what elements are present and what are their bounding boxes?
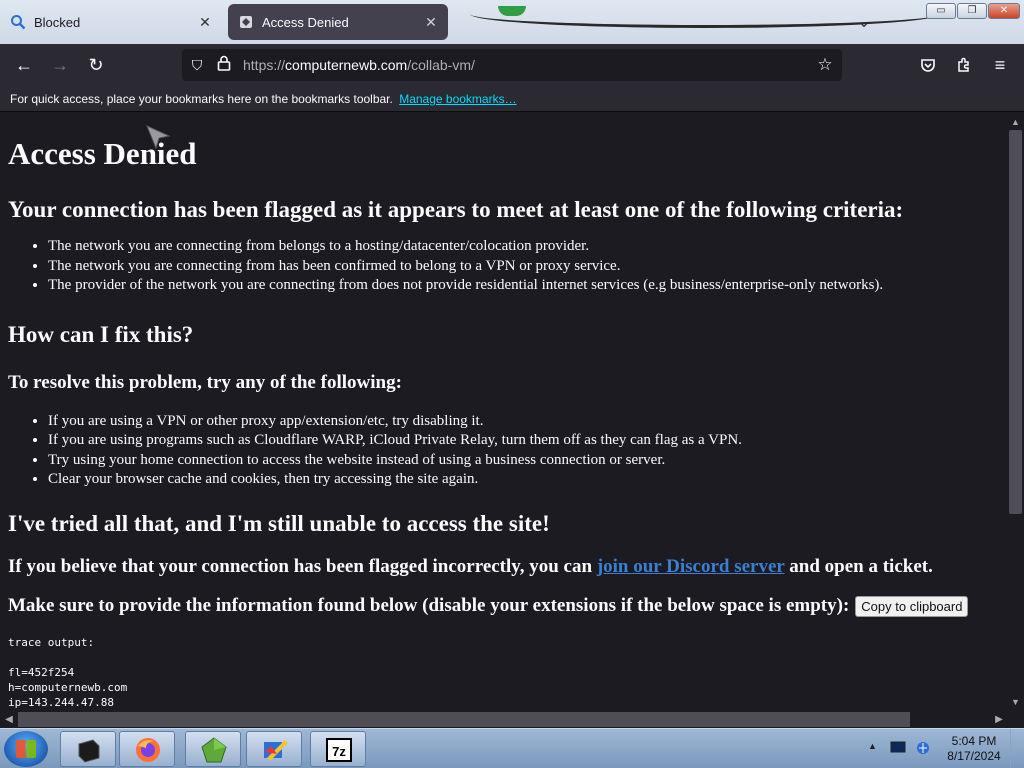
- copy-to-clipboard-button[interactable]: Copy to clipboard: [855, 595, 969, 617]
- shield-icon[interactable]: ⛉: [187, 55, 207, 75]
- discord-link[interactable]: join our Discord server: [597, 556, 785, 577]
- display-tray-icon[interactable]: [890, 741, 906, 755]
- taskbar-app-image-editor[interactable]: [246, 731, 302, 767]
- mouse-pointer-icon: [145, 124, 171, 155]
- tab-label: Access Denied: [262, 14, 349, 30]
- clock-date: 8/17/2024: [947, 749, 1001, 763]
- bookmarks-toolbar: For quick access, place your bookmarks h…: [0, 86, 1024, 112]
- show-desktop-button[interactable]: [1010, 729, 1024, 768]
- show-hidden-icons-arrow-icon[interactable]: ▲: [868, 741, 877, 751]
- scroll-down-arrow-icon[interactable]: ▼: [1009, 695, 1022, 709]
- url-bar[interactable]: ⛉ https://computernewb.com/collab-vm/ ☆: [182, 49, 842, 81]
- scroll-left-arrow-icon[interactable]: ◀: [2, 712, 16, 727]
- system-clock[interactable]: 5:04 PM 8/17/2024: [944, 734, 1004, 764]
- info-paragraph: Make sure to provide the information fou…: [8, 595, 999, 617]
- navigation-toolbar: ← → ↻ ⛉ https://computernewb.com/collab-…: [0, 44, 1024, 86]
- list-item: The network you are connecting from has …: [48, 257, 999, 277]
- network-tray-icon[interactable]: [915, 741, 931, 755]
- terminal-icon: [78, 739, 100, 763]
- bookmarks-message: For quick access, place your bookmarks h…: [10, 92, 393, 106]
- close-tab-icon[interactable]: ✕: [422, 13, 440, 31]
- list-item: Try using your home connection to access…: [48, 451, 999, 471]
- list-item: Clear your browser cache and cookies, th…: [48, 470, 999, 490]
- tab-bar: Blocked ✕ Access Denied ✕ ⌄ ▭ ❐ ✕: [0, 0, 1024, 44]
- windows-logo-icon: [16, 740, 36, 758]
- tab-blocked[interactable]: Blocked ✕: [0, 4, 222, 40]
- minimize-button[interactable]: ▭: [926, 3, 956, 19]
- discord-paragraph: If you believe that your connection has …: [8, 556, 999, 578]
- taskbar: 7z ▲ 5:04 PM 8/17/2024: [0, 728, 1024, 768]
- horizontal-scroll-thumb[interactable]: [18, 712, 910, 727]
- criteria-list: The network you are connecting from belo…: [48, 237, 999, 296]
- tab-access-denied[interactable]: Access Denied ✕: [228, 4, 448, 40]
- tab-label: Blocked: [34, 14, 81, 30]
- scroll-up-arrow-icon[interactable]: ▲: [1009, 115, 1022, 129]
- taskbar-app-terminal[interactable]: [60, 731, 116, 767]
- close-tab-icon[interactable]: ✕: [196, 13, 214, 31]
- still-unable-heading: I've tried all that, and I'm still unabl…: [8, 510, 550, 536]
- scroll-right-arrow-icon[interactable]: ▶: [992, 712, 1006, 727]
- list-item: The network you are connecting from belo…: [48, 237, 999, 257]
- clock-time: 5:04 PM: [951, 734, 997, 748]
- reload-icon[interactable]: ↻: [83, 52, 109, 78]
- info-text: Make sure to provide the information fou…: [8, 594, 850, 616]
- manage-bookmarks-link[interactable]: Manage bookmarks…: [399, 92, 516, 106]
- svg-text:7z: 7z: [332, 744, 346, 759]
- extensions-puzzle-icon[interactable]: [951, 52, 977, 78]
- list-all-tabs-chevron-down-icon[interactable]: ⌄: [852, 10, 876, 34]
- fix-heading: How can I fix this?: [8, 321, 194, 347]
- pocket-icon[interactable]: [915, 52, 941, 78]
- 7zip-icon: 7z: [326, 738, 352, 762]
- url-text[interactable]: https://computernewb.com/collab-vm/: [243, 57, 475, 73]
- site-favicon-icon: [238, 14, 254, 30]
- discord-text-end: and open a ticket.: [784, 555, 933, 577]
- list-item: If you are using programs such as Cloudf…: [48, 431, 999, 451]
- forward-arrow-icon[interactable]: →: [47, 52, 73, 78]
- lock-icon[interactable]: [214, 55, 234, 75]
- list-item: If you are using a VPN or other proxy ap…: [48, 412, 999, 432]
- search-icon: [10, 14, 26, 30]
- taskbar-app-firefox[interactable]: [119, 731, 175, 767]
- start-button[interactable]: [4, 731, 48, 767]
- menu-hamburger-icon[interactable]: ≡: [987, 52, 1013, 78]
- taskbar-app-7zip[interactable]: 7z: [310, 731, 366, 767]
- maximize-button[interactable]: ❐: [957, 3, 987, 19]
- firefox-icon: [136, 738, 160, 762]
- list-item: The provider of the network you are conn…: [48, 276, 999, 296]
- image-editor-icon: [264, 740, 288, 761]
- taskbar-app-gem[interactable]: [185, 731, 241, 767]
- discord-text: If you believe that your connection has …: [8, 555, 597, 577]
- page-content: Access Denied Your connection has been f…: [0, 113, 1007, 711]
- fixes-list: If you are using a VPN or other proxy ap…: [48, 412, 999, 490]
- trace-output: trace output: fl=452f254 h=computernewb.…: [8, 635, 128, 709]
- vertical-scroll-thumb[interactable]: [1009, 130, 1022, 514]
- back-arrow-icon[interactable]: ←: [11, 52, 37, 78]
- criteria-heading: Your connection has been flagged as it a…: [8, 197, 904, 222]
- resolve-heading: To resolve this problem, try any of the …: [8, 371, 402, 393]
- close-window-button[interactable]: ✕: [988, 3, 1020, 19]
- bookmark-star-icon[interactable]: ☆: [814, 54, 836, 76]
- green-gem-icon: [201, 737, 227, 763]
